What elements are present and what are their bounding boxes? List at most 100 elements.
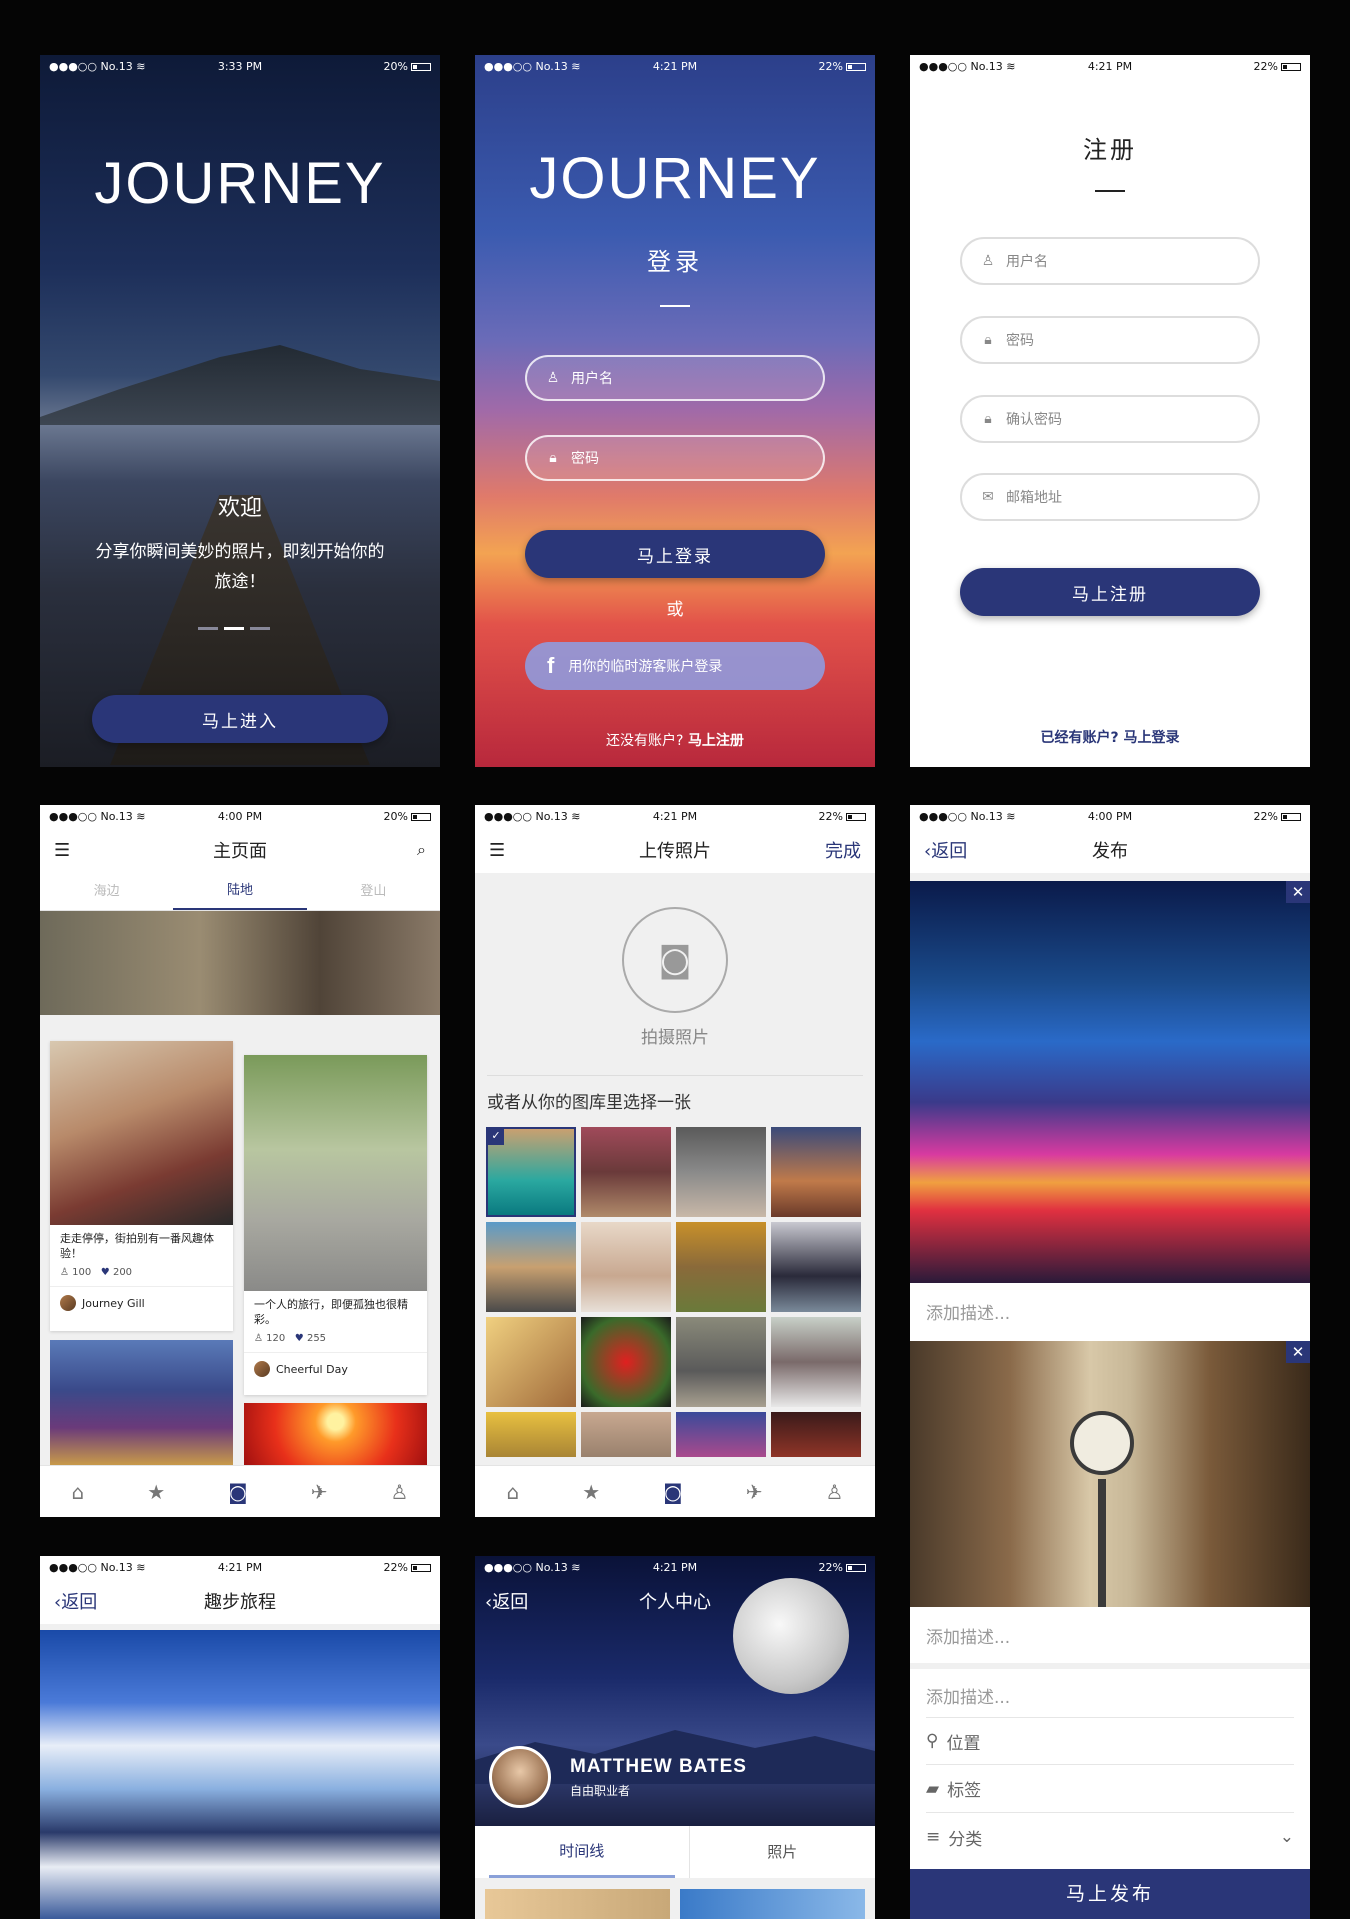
timeline-photo[interactable] xyxy=(680,1889,865,1919)
username-field[interactable]: ♙ 用户名 xyxy=(525,355,825,401)
gallery-photo[interactable] xyxy=(581,1127,671,1217)
gallery-photo[interactable] xyxy=(486,1317,576,1407)
description-field[interactable]: 添加描述... xyxy=(910,1669,1310,1713)
gallery-photo[interactable] xyxy=(581,1222,671,1312)
gallery-photo[interactable] xyxy=(771,1412,861,1457)
sunset-photo[interactable] xyxy=(244,1403,427,1465)
battery-label: 20% xyxy=(383,809,408,823)
confirm-placeholder: 确认密码 xyxy=(1006,412,1062,428)
gallery-photo[interactable] xyxy=(771,1317,861,1407)
pin-icon: ⚲ xyxy=(926,1731,939,1751)
star-icon[interactable]: ★ xyxy=(582,1480,600,1504)
profile-role: 自由职业者 xyxy=(570,1784,631,1798)
category-row[interactable]: ≡ 分类 ⌄ xyxy=(926,1813,1294,1861)
enter-button[interactable]: 马上进入 xyxy=(92,695,388,743)
email-field[interactable]: ✉ 邮箱地址 xyxy=(960,473,1260,521)
photo-card[interactable]: 一个人的旅行，即便孤独也很精彩。 ♙ 120 ♥ 255 Cheerful Da… xyxy=(244,1055,427,1395)
location-row[interactable]: ⚲ 位置 xyxy=(926,1717,1294,1765)
password-field[interactable]: 🔒︎ 密码 xyxy=(960,316,1260,364)
gallery-photo[interactable] xyxy=(676,1317,766,1407)
menu-icon[interactable]: ☰ xyxy=(489,840,505,861)
user-icon: ♙ xyxy=(981,253,995,269)
home-icon[interactable]: ⌂ xyxy=(72,1480,85,1504)
location-label: 位置 xyxy=(946,1733,981,1754)
tab-photos[interactable]: 照片 xyxy=(688,1826,876,1878)
back-button[interactable]: ‹返回 xyxy=(924,837,967,863)
gallery-photo[interactable] xyxy=(771,1127,861,1217)
publish-button[interactable]: 马上发布 xyxy=(910,1869,1310,1919)
gallery-photo[interactable] xyxy=(771,1222,861,1312)
gallery-photo[interactable] xyxy=(486,1412,576,1457)
card-photo xyxy=(244,1055,427,1291)
user-icon[interactable]: ♙ xyxy=(391,1480,409,1504)
card-author[interactable]: Cheerful Day xyxy=(244,1353,427,1385)
battery-icon xyxy=(845,1563,866,1572)
login-prompt: 已经有账户? 马上登录 xyxy=(910,727,1310,747)
gallery-photo[interactable] xyxy=(676,1127,766,1217)
lock-icon: 🔒︎ xyxy=(984,411,992,427)
banner-photo[interactable] xyxy=(40,911,440,1015)
carrier-label: ●●●○○ No.13 ≋ xyxy=(484,809,581,823)
done-button[interactable]: 完成 xyxy=(825,837,861,863)
app-logo: JOURNEY xyxy=(94,151,386,216)
views-count: 100 xyxy=(72,1267,92,1278)
gallery-photo[interactable] xyxy=(486,1222,576,1312)
app-logo: JOURNEY xyxy=(529,146,821,211)
close-icon[interactable]: ✕ xyxy=(1286,881,1310,903)
star-icon[interactable]: ★ xyxy=(147,1480,165,1504)
card-author[interactable]: Journey Gill xyxy=(50,1287,233,1319)
tab-hiking[interactable]: 登山 xyxy=(307,873,440,910)
search-icon[interactable]: ⌕ xyxy=(417,840,426,860)
login-button[interactable]: 马上登录 xyxy=(525,530,825,578)
description-field[interactable]: 添加描述... xyxy=(910,1607,1310,1663)
welcome-tagline: 分享你瞬间美妙的照片，即刻开始你的旅途！ xyxy=(95,542,385,592)
lock-icon: 🔒︎ xyxy=(549,450,557,466)
lock-icon: 🔒︎ xyxy=(984,332,992,348)
tab-timeline[interactable]: 时间线 xyxy=(489,1826,675,1878)
plane-icon[interactable]: ✈ xyxy=(311,1480,328,1504)
guest-login-button[interactable]: f 用你的临时游客账户登录 xyxy=(525,642,825,690)
card-stats: ♙ 100 ♥ 200 xyxy=(50,1267,233,1287)
page-title: 趣步旅程 xyxy=(204,1592,276,1613)
page-indicator xyxy=(198,627,270,630)
tab-bar: ⌂ ★ ◙ ✈ ♙ xyxy=(40,1465,440,1517)
camera-icon[interactable]: ◙ xyxy=(228,1480,247,1504)
gallery-photo[interactable] xyxy=(581,1317,671,1407)
upload-photo-clock: ✕ xyxy=(910,1341,1310,1607)
screen-upload: ●●●○○ No.13 ≋ 4:21 PM 22% ☰ 上传照片 完成 ◙ 拍摄照片 或… xyxy=(475,805,875,1517)
plane-icon[interactable]: ✈ xyxy=(746,1480,763,1504)
tab-seaside[interactable]: 海边 xyxy=(40,873,173,910)
screen-profile: ●●●○○ No.13 ≋ 4:21 PM 22% ‹返回 个人中心 MATTHEW… xyxy=(475,1556,875,1919)
take-photo-button[interactable]: ◙ xyxy=(622,907,728,1013)
author-name: Cheerful Day xyxy=(276,1362,348,1376)
tab-land[interactable]: 陆地 xyxy=(173,873,307,910)
menu-icon[interactable]: ☰ xyxy=(54,840,70,861)
back-button[interactable]: ‹返回 xyxy=(54,1588,97,1614)
gallery-photo[interactable] xyxy=(676,1412,766,1457)
confirm-password-field[interactable]: 🔒︎ 确认密码 xyxy=(960,395,1260,443)
gallery-photo[interactable] xyxy=(676,1222,766,1312)
close-icon[interactable]: ✕ xyxy=(1286,1341,1310,1363)
gallery-photo[interactable] xyxy=(581,1412,671,1457)
timeline-photo[interactable] xyxy=(485,1889,670,1919)
city-photo[interactable] xyxy=(50,1340,233,1465)
battery-label: 22% xyxy=(1253,809,1278,823)
user-icon[interactable]: ♙ xyxy=(826,1480,844,1504)
photo-card[interactable]: 走走停停，街拍别有一番风趣体验！ ♙ 100 ♥ 200 Journey Gil… xyxy=(50,1041,233,1331)
time-label: 4:21 PM xyxy=(652,1560,698,1574)
camera-icon[interactable]: ◙ xyxy=(663,1480,682,1504)
register-button[interactable]: 马上注册 xyxy=(960,568,1260,616)
tags-row[interactable]: ▰ 标签 xyxy=(926,1765,1294,1813)
login-link[interactable]: 马上登录 xyxy=(1124,730,1180,746)
avatar[interactable] xyxy=(489,1746,551,1808)
username-field[interactable]: ♙ 用户名 xyxy=(960,237,1260,285)
password-placeholder: 密码 xyxy=(571,451,599,467)
description-field[interactable]: 添加描述... xyxy=(910,1283,1310,1341)
register-link[interactable]: 马上注册 xyxy=(688,733,744,749)
welcome-title: 欢迎 xyxy=(217,496,262,521)
home-icon[interactable]: ⌂ xyxy=(507,1480,520,1504)
username-placeholder: 用户名 xyxy=(571,371,613,387)
back-label: 返回 xyxy=(61,1592,98,1613)
password-field[interactable]: 🔒︎ 密码 xyxy=(525,435,825,481)
gallery-photo-selected[interactable]: ✓ xyxy=(486,1127,576,1217)
